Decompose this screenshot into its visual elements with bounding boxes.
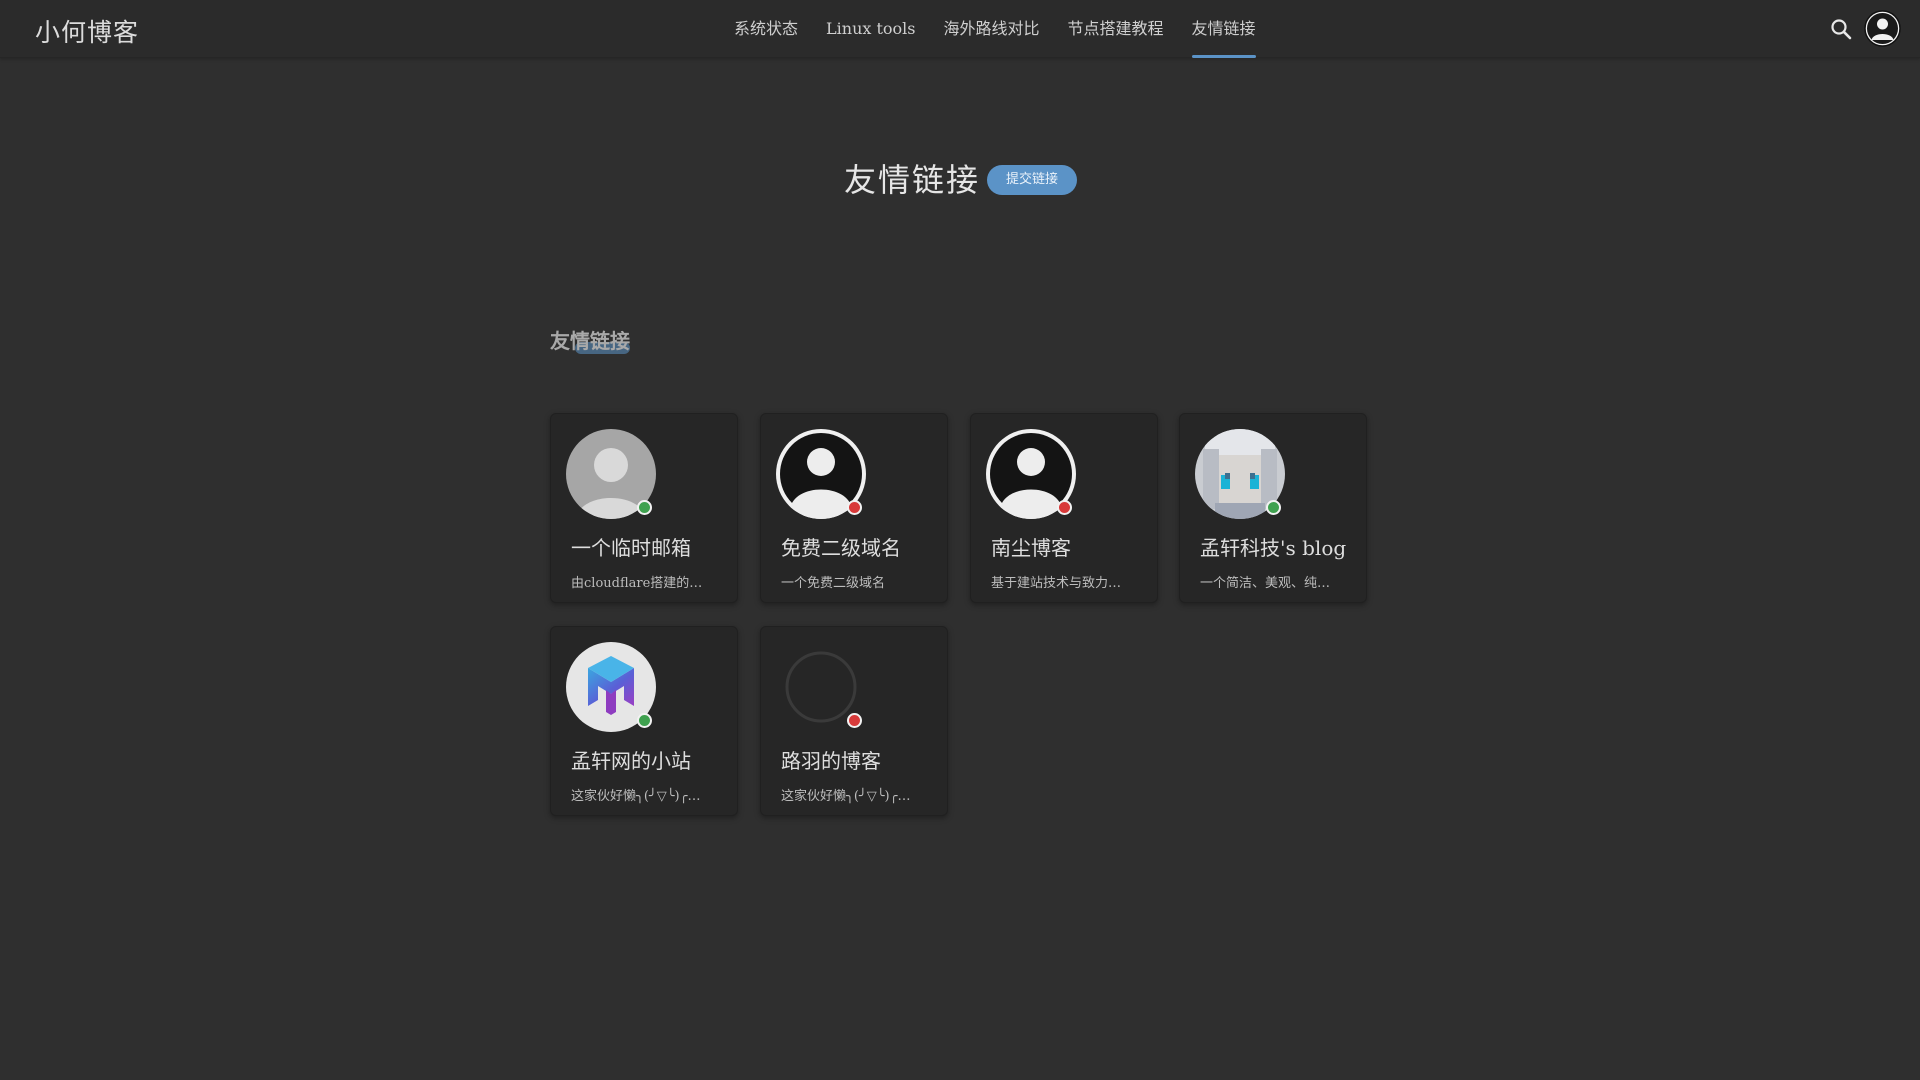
friend-description: 这家伙好懒╮(╯▽╰)╭… [781,789,911,804]
friend-name: 南尘博客 [991,536,1071,560]
friend-name: 孟轩网的小站 [571,749,691,773]
friend-card[interactable]: 一个临时邮箱 由cloudflare搭建的… [550,413,738,603]
status-offline-indicator [847,500,862,515]
user-avatar-icon[interactable] [1864,10,1901,47]
status-online-indicator [637,500,652,515]
friend-card[interactable]: 免费二级域名 一个免费二级域名 [760,413,948,603]
nav-item-node-tutorial[interactable]: 节点搭建教程 [1054,0,1178,58]
friend-description: 一个免费二级域名 [781,576,886,591]
nav-item-linux-tools[interactable]: Linux tools [812,0,929,58]
friend-card[interactable]: 孟轩网的小站 这家伙好懒╮(╯▽╰)╭… [550,626,738,816]
friend-card[interactable]: 孟轩科技's blog 一个简洁、美观、纯… [1179,413,1367,603]
submit-link-button[interactable]: 提交链接 [987,165,1077,195]
status-offline-indicator [847,713,862,728]
friend-description: 基于建站技术与致力… [991,576,1122,591]
friend-name: 路羽的博客 [781,749,881,773]
status-offline-indicator [1057,500,1072,515]
page-title: 友情链接 [844,161,981,199]
friend-name: 免费二级域名 [781,536,901,560]
nav-item-system-status[interactable]: 系统状态 [720,0,812,58]
friend-description: 这家伙好懒╮(╯▽╰)╭… [571,789,701,804]
friend-name: 一个临时邮箱 [571,536,691,560]
nav-item-friend-links[interactable]: 友情链接 [1178,0,1270,58]
section-title: 友情链接 [550,329,630,353]
friend-card[interactable]: 南尘博客 基于建站技术与致力… [970,413,1158,603]
friend-description: 由cloudflare搭建的… [571,576,703,591]
friend-description: 一个简洁、美观、纯… [1200,576,1331,591]
nav-item-route-comparison[interactable]: 海外路线对比 [930,0,1054,58]
search-icon[interactable] [1829,17,1853,41]
status-online-indicator [637,713,652,728]
status-online-indicator [1266,500,1281,515]
top-navigation-bar: 小何博客 系统状态 Linux tools 海外路线对比 节点搭建教程 友情链接 [0,0,1920,58]
main-nav: 系统状态 Linux tools 海外路线对比 节点搭建教程 友情链接 [720,0,1270,58]
friend-name: 孟轩科技's blog [1200,536,1347,560]
site-brand[interactable]: 小何博客 [35,13,139,49]
friend-card[interactable]: 路羽的博客 这家伙好懒╮(╯▽╰)╭… [760,626,948,816]
